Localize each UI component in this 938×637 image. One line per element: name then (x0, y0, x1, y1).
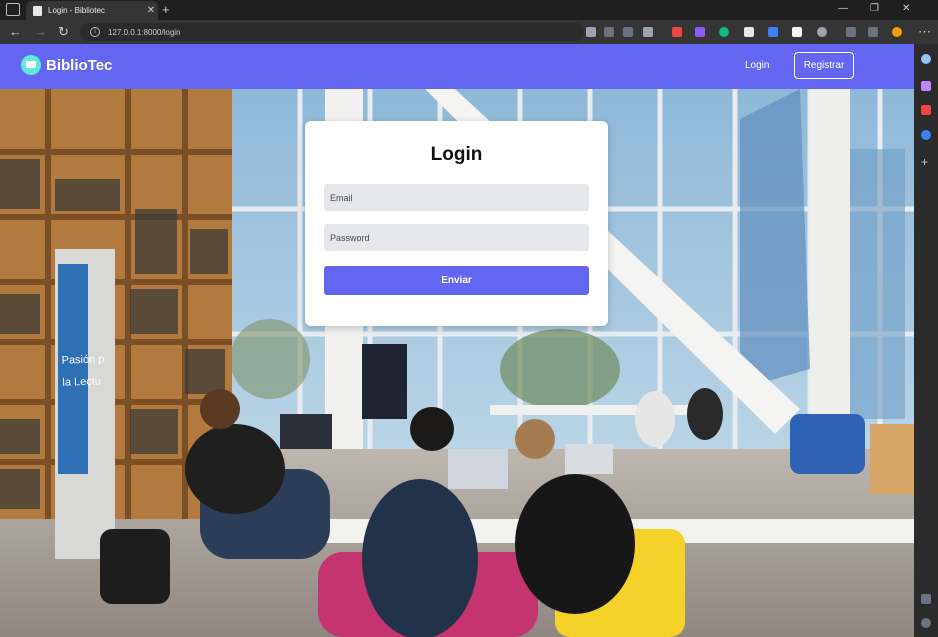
submit-button[interactable]: Enviar (324, 266, 589, 295)
site-navbar: BiblioTec Login Registrar (0, 44, 914, 89)
extension-doc-icon[interactable] (744, 27, 754, 37)
extension-blue-icon[interactable] (768, 27, 778, 37)
extension-green-icon[interactable] (719, 27, 729, 37)
brand-name: BiblioTec (46, 56, 113, 74)
nav-register-button[interactable]: Registrar (794, 52, 854, 79)
browser-toolbar: ← → ↻ i 127.0.0.1:8000/login ⋯ (0, 20, 938, 44)
office-icon[interactable] (921, 105, 931, 115)
browser-sidebar: + (914, 44, 938, 637)
page-favicon-icon (33, 5, 42, 16)
read-aloud-icon[interactable] (604, 27, 614, 37)
sign-text-line-2: la Lectu (62, 375, 102, 389)
web-page: Pasión p la Lectu BiblioTec Login Regist… (0, 44, 914, 637)
add-sidebar-icon[interactable]: + (921, 156, 931, 168)
restore-icon[interactable]: ❐ (870, 3, 879, 14)
profile-avatar-icon[interactable] (892, 27, 902, 37)
tab-actions-icon[interactable] (6, 3, 20, 16)
new-tab-icon[interactable]: + (162, 2, 170, 17)
tab-title: Login - Bibliotec (48, 6, 105, 15)
browser-tab[interactable]: Login - Bibliotec ✕ (26, 1, 158, 20)
minimize-icon[interactable]: — (838, 3, 848, 14)
extension-k-icon[interactable] (792, 27, 802, 37)
zoom-icon[interactable] (623, 27, 633, 37)
login-title: Login (430, 144, 483, 165)
settings-icon[interactable] (921, 618, 931, 628)
app-icon[interactable] (643, 27, 653, 37)
outlook-icon[interactable] (921, 130, 931, 140)
brand-logo[interactable]: BiblioTec (21, 55, 112, 75)
extension-icon[interactable] (586, 27, 596, 37)
close-window-icon[interactable]: ✕ (902, 3, 910, 14)
collections-icon[interactable] (868, 27, 878, 37)
nav-login-link[interactable]: Login (745, 60, 769, 71)
browser-tabstrip: Login - Bibliotec ✕ + — ❐ ✕ (0, 0, 938, 20)
login-card: Login Enviar (305, 121, 608, 326)
reload-icon[interactable]: ↻ (58, 24, 69, 40)
extension-red-icon[interactable] (672, 27, 682, 37)
address-bar[interactable]: i 127.0.0.1:8000/login (80, 23, 584, 41)
back-icon[interactable]: ← (9, 24, 22, 40)
copilot-icon[interactable] (921, 81, 931, 91)
split-screen-icon[interactable] (921, 594, 931, 604)
extension-refresh-icon[interactable] (817, 27, 827, 37)
book-icon (21, 55, 41, 75)
password-field[interactable] (324, 224, 589, 251)
tab-close-icon[interactable]: ✕ (144, 5, 158, 16)
more-menu-icon[interactable]: ⋯ (918, 24, 931, 40)
sign-text-line-1: Pasión p (61, 353, 105, 367)
extension-purple-icon[interactable] (695, 27, 705, 37)
url-text: 127.0.0.1:8000/login (108, 27, 181, 37)
forward-icon[interactable]: → (34, 24, 47, 40)
email-field[interactable] (324, 184, 589, 211)
search-icon[interactable] (921, 54, 931, 64)
favorites-icon[interactable] (846, 27, 856, 37)
site-info-icon[interactable]: i (90, 27, 100, 37)
